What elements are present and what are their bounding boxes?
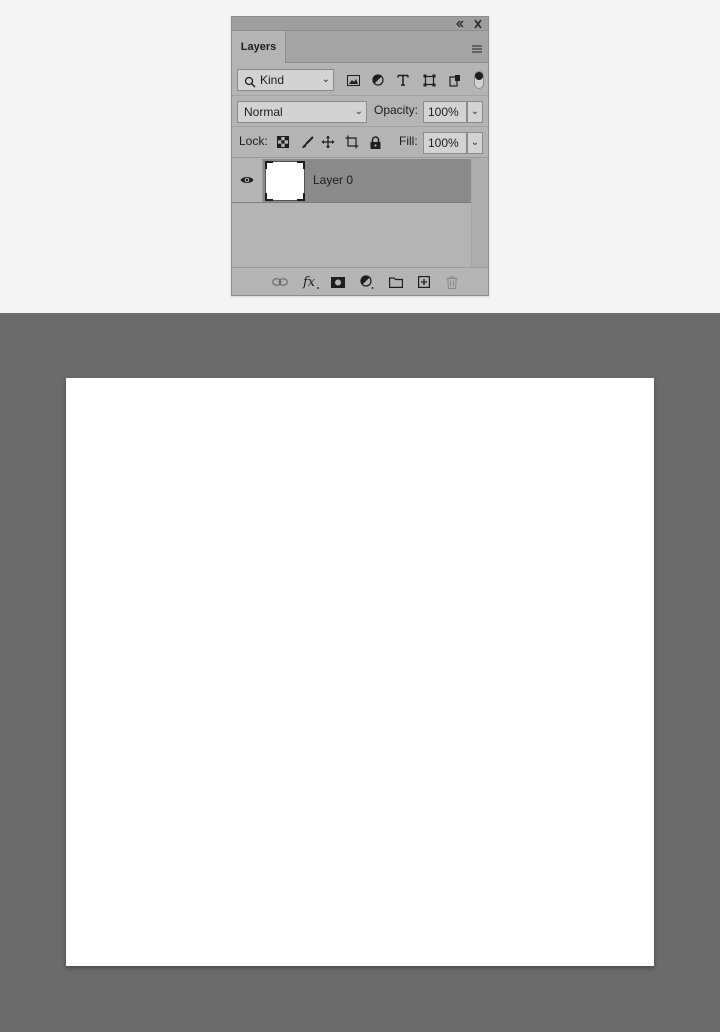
layer-row[interactable]: Layer 0 xyxy=(232,159,471,203)
link-layers-icon[interactable] xyxy=(272,274,288,290)
new-layer-icon[interactable] xyxy=(416,274,432,290)
lock-all-icon[interactable] xyxy=(367,134,383,150)
chevron-down-icon: ⌄ xyxy=(354,106,363,117)
adjustment-layer-icon[interactable] xyxy=(359,274,375,290)
blend-mode-value: Normal xyxy=(244,105,283,119)
fill-dropdown-button[interactable]: ⌄ xyxy=(467,132,483,154)
chevron-down-icon: ⌄ xyxy=(321,74,330,85)
layers-scrollbar[interactable] xyxy=(471,159,488,267)
kind-filter-select[interactable]: Kind ⌄ xyxy=(237,69,334,91)
kind-label: Kind xyxy=(260,73,285,87)
fill-label: Fill: xyxy=(399,134,418,148)
type-filter-icon[interactable] xyxy=(395,72,411,88)
document-canvas[interactable] xyxy=(66,378,654,966)
panel-footer: fx xyxy=(232,267,488,295)
eye-icon xyxy=(240,174,254,188)
fill-input[interactable]: 100% xyxy=(423,132,467,154)
filter-toggle[interactable] xyxy=(474,71,484,89)
opacity-label: Opacity: xyxy=(374,103,419,117)
lock-artboard-icon[interactable] xyxy=(344,134,360,150)
lock-position-icon[interactable] xyxy=(320,134,336,150)
panel-tab-row: Layers xyxy=(232,31,488,63)
filter-row: Kind ⌄ xyxy=(232,64,488,96)
search-icon xyxy=(244,74,256,94)
folder-icon[interactable] xyxy=(388,274,404,290)
hamburger-menu-icon[interactable] xyxy=(472,42,482,53)
adjustment-filter-icon[interactable] xyxy=(370,72,386,88)
blend-mode-select[interactable]: Normal ⌄ xyxy=(237,101,367,123)
layer-name[interactable]: Layer 0 xyxy=(313,159,353,202)
opacity-dropdown-button[interactable]: ⌄ xyxy=(467,101,483,123)
blend-row: Normal ⌄ Opacity: 100% ⌄ xyxy=(232,96,488,127)
layers-list: Layer 0 xyxy=(232,159,488,267)
layer-mask-icon[interactable] xyxy=(330,274,346,290)
lock-transparent-pixels-icon[interactable] xyxy=(275,134,291,150)
layers-panel: Layers Kind ⌄ Normal ⌄ Opacity: 100% ⌄ L… xyxy=(231,16,489,296)
smart-object-filter-icon[interactable] xyxy=(447,72,463,88)
layer-thumbnail[interactable] xyxy=(265,161,305,201)
opacity-input[interactable]: 100% xyxy=(423,101,467,123)
fx-icon[interactable]: fx xyxy=(302,274,322,290)
lock-image-pixels-icon[interactable] xyxy=(299,134,315,150)
lock-label: Lock: xyxy=(239,134,268,148)
svg-text:fx: fx xyxy=(302,275,316,290)
shape-filter-icon[interactable] xyxy=(421,72,437,88)
visibility-toggle[interactable] xyxy=(232,159,263,202)
double-chevron-left-icon[interactable] xyxy=(454,17,466,31)
panel-titlebar[interactable] xyxy=(232,17,488,31)
canvas-workspace[interactable] xyxy=(0,313,720,1032)
trash-icon[interactable] xyxy=(444,274,460,290)
lock-row: Lock: Fill: 100% ⌄ xyxy=(232,127,488,158)
tab-layers[interactable]: Layers xyxy=(232,31,286,63)
image-filter-icon[interactable] xyxy=(345,72,361,88)
close-icon[interactable] xyxy=(472,17,484,31)
